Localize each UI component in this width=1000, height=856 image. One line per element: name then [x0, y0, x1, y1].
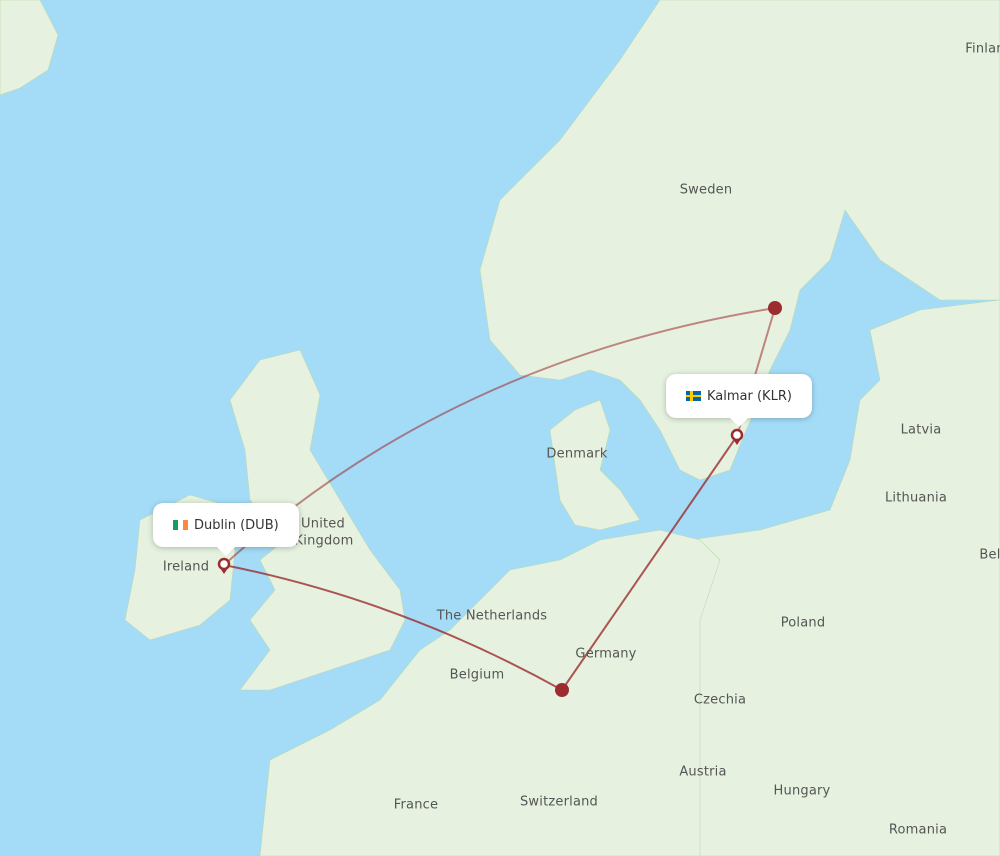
- country-label-france: France: [393, 797, 439, 813]
- stopover-marker-stockholm[interactable]: [768, 301, 782, 315]
- origin-airport-callout[interactable]: Dublin (DUB): [153, 503, 299, 556]
- country-label-romania: Romania: [888, 822, 948, 838]
- country-label-denmark: Denmark: [546, 446, 608, 462]
- destination-airport-callout[interactable]: Kalmar (KLR): [666, 374, 812, 427]
- country-label-lithuania: Lithuania: [884, 490, 948, 506]
- country-label-sweden: Sweden: [679, 182, 733, 198]
- country-label-switzerland: Switzerland: [519, 794, 599, 810]
- country-label-czechia: Czechia: [693, 692, 747, 708]
- origin-airport-label: Dublin (DUB): [194, 517, 279, 533]
- country-label-ireland: Ireland: [162, 559, 210, 575]
- country-label-austria: Austria: [679, 764, 727, 780]
- country-label-finland: Finlan: [965, 41, 1000, 57]
- country-label-germany: Germany: [575, 646, 637, 662]
- country-label-poland: Poland: [780, 615, 826, 631]
- country-label-netherlands: The Netherlands: [436, 608, 548, 624]
- ireland-flag-icon: [173, 520, 188, 530]
- map-canvas[interactable]: [0, 0, 1000, 856]
- country-label-belgium: Belgium: [449, 667, 505, 683]
- country-label-hungary: Hungary: [773, 783, 831, 799]
- sweden-flag-icon: [686, 391, 701, 401]
- country-label-kingdom: Kingdom: [294, 533, 354, 549]
- country-label-belarus: Bel: [979, 547, 1000, 563]
- stopover-marker-frankfurt[interactable]: [555, 683, 569, 697]
- country-label-united: United: [301, 516, 345, 532]
- country-label-latvia: Latvia: [900, 422, 942, 438]
- destination-airport-label: Kalmar (KLR): [707, 388, 792, 404]
